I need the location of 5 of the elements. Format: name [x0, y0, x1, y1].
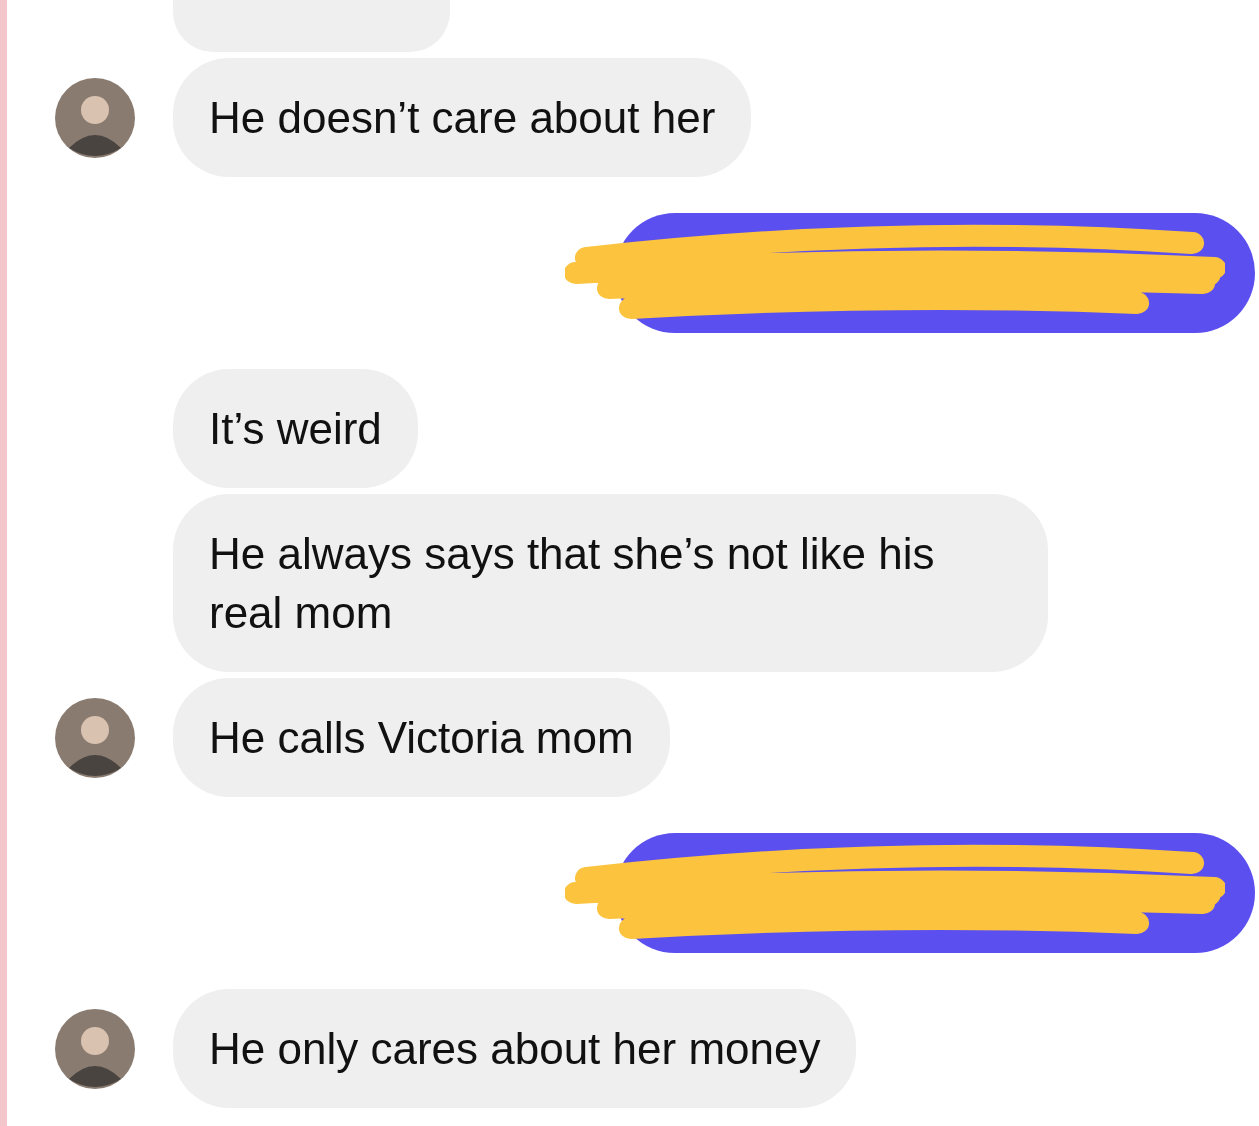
message-bubble: He doesn’t care about her — [173, 58, 752, 177]
message-bubble: He always says that she’s not like his real mom — [173, 494, 1048, 672]
message-bubble: He only cares about her money — [173, 989, 857, 1108]
message-bubble: He calls Victoria mom — [173, 678, 670, 797]
message-bubble: It’s weird — [173, 369, 418, 488]
